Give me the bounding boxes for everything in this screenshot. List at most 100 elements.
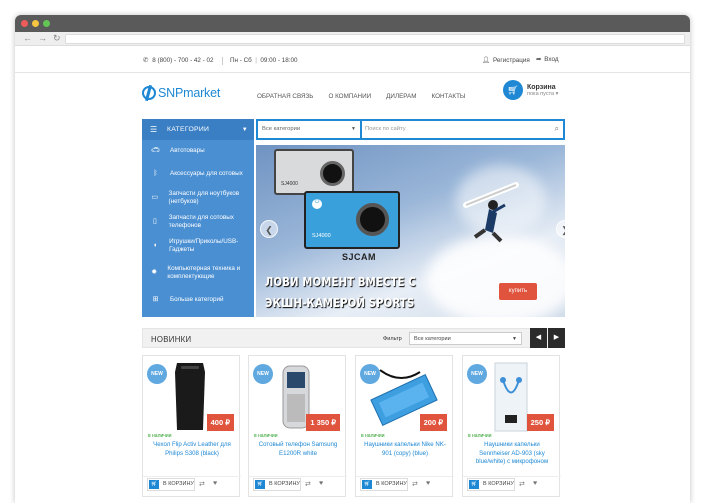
banner-slogan: ЛОВИ МОМЕНТ ВМЕСТЕ С ЭКШН-КАМЕРОЙ SPORTS — [265, 272, 416, 314]
sidebar-item-phone-accessories[interactable]: ᛒ Аксессуары для сотовых — [142, 162, 254, 186]
sidebar-item-label: Запчасти для сотовых телефонов — [168, 214, 234, 229]
cart-widget[interactable]: 🛒︎ Корзина пока пуста ▾ — [503, 80, 558, 100]
slogan-line-1: ЛОВИ МОМЕНТ ВМЕСТЕ С — [265, 275, 416, 289]
close-window-button[interactable] — [21, 20, 28, 27]
menu-item-about[interactable]: О КОМПАНИИ — [328, 93, 371, 100]
buy-button[interactable]: купить — [499, 283, 537, 300]
camera-blue-image: ⏻ SJ4000 — [304, 191, 400, 249]
carousel-next-button[interactable]: ▶ — [548, 328, 565, 348]
car-icon: 🚗︎ — [151, 147, 160, 154]
banner-prev-button[interactable]: ❮ — [260, 220, 278, 238]
product-card[interactable]: NEW 1 350 ₽ в наличии Сотовый телефон Sa… — [248, 355, 347, 497]
menu-item-dealers[interactable]: ДИЛЕРАМ — [386, 93, 416, 100]
sidebar-item-auto[interactable]: 🚗︎ Автотовары — [142, 140, 254, 162]
search-category-value: Все категории — [262, 126, 301, 132]
stock-status: в наличии — [254, 433, 278, 439]
cart-icon: 🛒︎ — [362, 480, 372, 489]
add-to-cart-button[interactable]: 🛒︎ В КОРЗИНУ — [147, 478, 195, 491]
title-bar — [15, 15, 690, 32]
filter-value: Все категории — [414, 336, 451, 342]
sidebar-item-phone-parts[interactable]: ▯ Запчасти для сотовых телефонов — [142, 210, 254, 234]
sidebar-item-laptop-parts[interactable]: ▭ Запчасти для ноутбуков (нетбуков) — [142, 186, 254, 210]
brand-label: SJCAM — [342, 252, 377, 262]
add-to-cart-button[interactable]: 🛒︎ В КОРЗИНУ — [253, 478, 301, 491]
register-link[interactable]: 👤︎ Регистрация — [482, 56, 530, 65]
address-bar[interactable] — [65, 34, 685, 44]
list-icon: ☰ — [150, 125, 158, 134]
product-card[interactable]: NEW 200 ₽ в наличии Наушники капельки Ni… — [355, 355, 454, 497]
heart-icon[interactable]: ♥ — [426, 480, 430, 487]
banner-next-button[interactable]: ❯ — [556, 220, 565, 238]
product-card[interactable]: NEW 400 ₽ в наличии Чехол Flip Activ Lea… — [142, 355, 241, 497]
reload-icon[interactable]: ↻ — [53, 34, 61, 43]
categories-title: КАТЕГОРИИ — [167, 126, 210, 133]
carousel-prev-button[interactable]: ◀ — [530, 328, 547, 348]
working-hours: Пн - Сб | 09:00 - 18:00 — [230, 57, 298, 64]
sidebar-item-more[interactable]: ⊞ Больше категорий — [142, 288, 254, 312]
user-icon: 👤︎ — [482, 57, 490, 64]
compare-icon[interactable]: ⇄ — [199, 480, 205, 488]
camera-silver-image: SJ4000 — [274, 149, 354, 195]
add-to-cart-label: В КОРЗИНУ — [376, 481, 407, 487]
cart-status: пока пуста ▾ — [527, 90, 559, 97]
product-name[interactable]: Наушники капельки Sennheiser AD-903 (sky… — [468, 441, 556, 467]
camera-label: SJ4000 — [281, 181, 298, 187]
menu-item-feedback[interactable]: ОБРАТНАЯ СВЯЗЬ — [257, 93, 313, 100]
compare-icon[interactable]: ⇄ — [305, 480, 311, 488]
new-badge: NEW — [147, 364, 167, 384]
slogan-line-2: ЭКШН-КАМЕРОЙ SPORTS — [265, 296, 415, 310]
heart-icon[interactable]: ♥ — [533, 480, 537, 487]
promo-banner[interactable]: SJ4000 ⏻ SJ4000 SJCAM ЛОВИ МОМЕНТ ВМЕСТЕ… — [256, 145, 565, 317]
product-name[interactable]: Сотовый телефон Samsung E1200R white — [254, 441, 342, 458]
heart-icon[interactable]: ♥ — [319, 480, 323, 487]
laptop-icon: ▭ — [151, 194, 159, 201]
bluetooth-icon: ᛒ — [153, 170, 158, 177]
site-header: SNPmarket ОБРАТНАЯ СВЯЗЬ О КОМПАНИИ ДИЛЕ… — [15, 73, 690, 118]
new-badge: NEW — [467, 364, 487, 384]
cart-icon: 🛒︎ — [469, 480, 479, 489]
product-name[interactable]: Чехол Flip Activ Leather для Philips S30… — [148, 441, 236, 458]
search-icon[interactable]: ⌕ — [555, 124, 559, 134]
login-icon: ➦ — [536, 56, 542, 63]
search-category-select[interactable]: Все категории ▼ — [258, 121, 360, 138]
price-tag: 250 ₽ — [526, 414, 554, 431]
sidebar-item-toys[interactable]: ◖ Игрушки/Приколы/USB-Гаджеты — [142, 234, 254, 258]
caret-down-icon: ▼ — [241, 126, 248, 133]
phone-contact[interactable]: ✆ 8 (800) - 700 - 42 - 02 — [143, 57, 214, 64]
filter-select[interactable]: Все категории ▼ — [409, 332, 522, 345]
divider — [463, 476, 561, 477]
main-menu: ОБРАТНАЯ СВЯЗЬ О КОМПАНИИ ДИЛЕРАМ КОНТАК… — [257, 93, 465, 100]
cart-icon: 🛒︎ — [255, 480, 265, 489]
sidebar-item-label: Автотовары — [170, 147, 205, 154]
filter-label: Фильтр — [383, 336, 402, 342]
minimize-window-button[interactable] — [32, 20, 39, 27]
add-to-cart-button[interactable]: 🛒︎ В КОРЗИНУ — [360, 478, 408, 491]
menu-item-contacts[interactable]: КОНТАКТЫ — [432, 93, 466, 100]
price-tag: 200 ₽ — [419, 414, 447, 431]
product-card[interactable]: NEW 250 ₽ в наличии Наушники капельки Se… — [462, 355, 561, 497]
compare-icon[interactable]: ⇄ — [519, 480, 525, 488]
compare-icon[interactable]: ⇄ — [412, 480, 418, 488]
heart-icon[interactable]: ♥ — [213, 480, 217, 487]
categories-toggle[interactable]: ☰ КАТЕГОРИИ ▼ — [142, 119, 254, 140]
sidebar-item-computers[interactable]: ✹ Компьютерная техника и комплектующие — [142, 258, 254, 288]
search-input[interactable]: Поиск по сайту ⌕ — [362, 121, 563, 138]
forward-arrow-icon[interactable]: → — [38, 34, 47, 43]
snow-spray — [426, 235, 565, 317]
login-link[interactable]: ➦ Вход — [536, 56, 559, 63]
back-arrow-icon[interactable]: ← — [23, 34, 32, 43]
maximize-window-button[interactable] — [43, 20, 50, 27]
add-to-cart-label: В КОРЗИНУ — [163, 481, 194, 487]
stock-status: в наличии — [361, 433, 385, 439]
power-icon: ⏻ — [312, 199, 322, 209]
snowboarder-image — [463, 182, 519, 243]
browser-window: ← → ↻ ✆ 8 (800) - 700 - 42 - 02 Пн - Сб … — [15, 15, 690, 503]
product-name[interactable]: Наушники капельки Nike NK-901 (copy) (bl… — [361, 441, 449, 458]
cart-title: Корзина — [527, 83, 556, 91]
sidebar-item-label: Компьютерная техника и комплектующие — [167, 265, 241, 280]
add-to-cart-label: В КОРЗИНУ — [483, 481, 514, 487]
add-to-cart-button[interactable]: 🛒︎ В КОРЗИНУ — [467, 478, 515, 491]
category-sidebar: ☰ КАТЕГОРИИ ▼ 🚗︎ Автотовары ᛒ Аксессуары… — [142, 119, 254, 317]
site-logo[interactable]: SNPmarket — [142, 86, 220, 100]
cart-icon: 🛒︎ — [503, 80, 523, 100]
